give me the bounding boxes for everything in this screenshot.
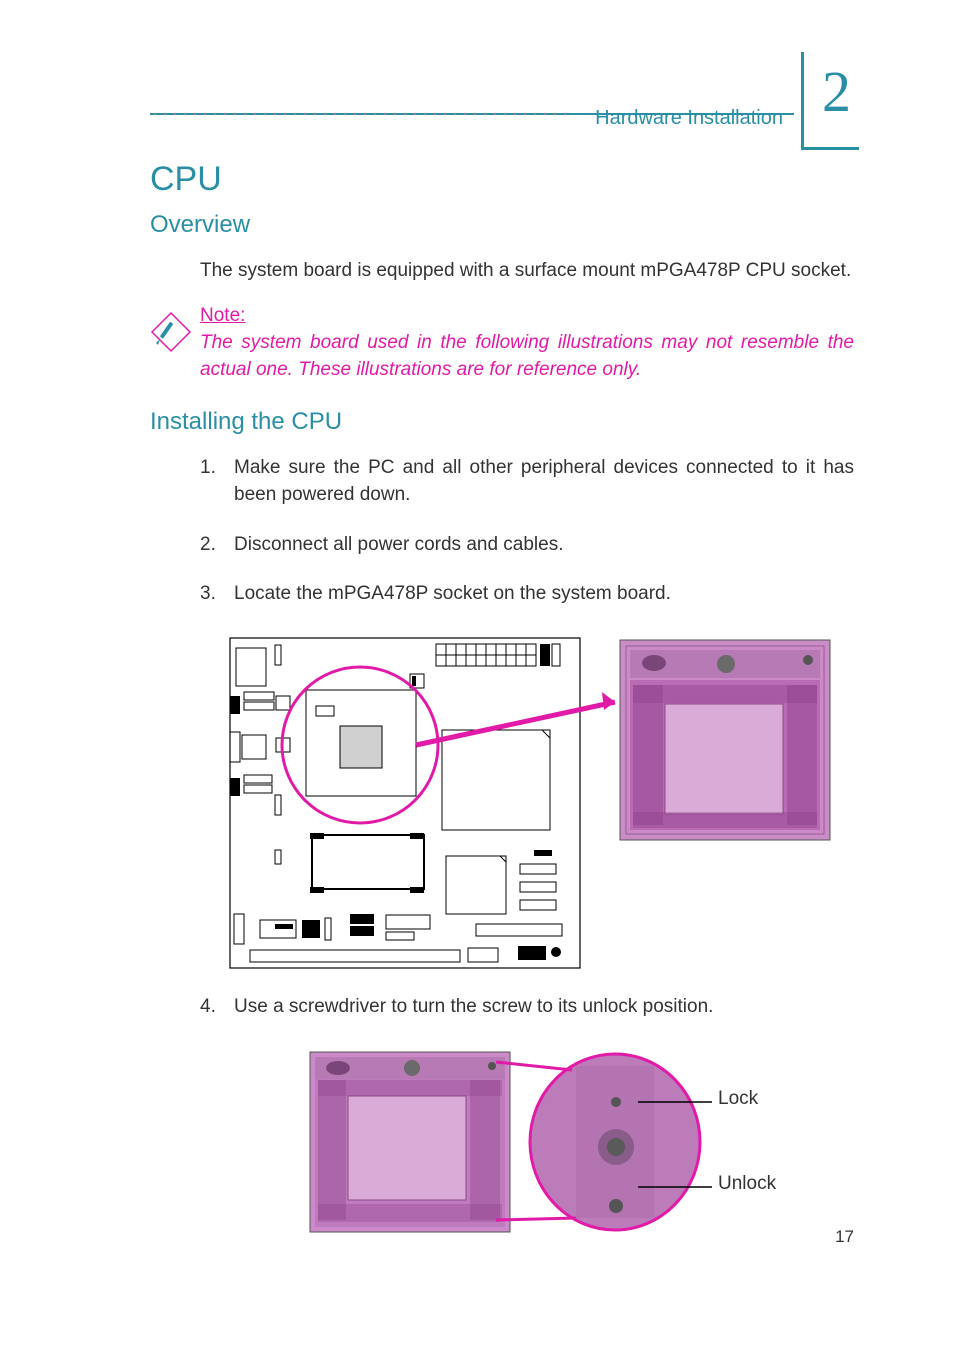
note-label: Note:	[200, 305, 854, 327]
install-steps-list-2: 4. Use a screwdriver to turn the screw t…	[200, 993, 854, 1021]
list-item: 4. Use a screwdriver to turn the screw t…	[200, 993, 854, 1021]
page-number: 17	[835, 1227, 854, 1247]
step-number: 4.	[200, 993, 220, 1021]
step-text: Make sure the PC and all other periphera…	[234, 454, 854, 509]
install-steps-list: 1. Make sure the PC and all other periph…	[200, 454, 854, 608]
step-number: 2.	[200, 531, 220, 559]
unlock-label: Unlock	[718, 1173, 776, 1195]
overview-text: The system board is equipped with a surf…	[200, 257, 854, 285]
note-block: Note: The system board used in the follo…	[200, 305, 854, 384]
header-dots	[150, 110, 574, 118]
step-number: 1.	[200, 454, 220, 509]
list-item: 1. Make sure the PC and all other periph…	[200, 454, 854, 509]
chapter-number: 2	[822, 58, 851, 125]
step-text: Use a screwdriver to turn the screw to i…	[234, 993, 713, 1021]
lock-label: Lock	[718, 1088, 758, 1110]
subsection-install-title: Installing the CPU	[150, 408, 854, 436]
list-item: 2. Disconnect all power cords and cables…	[200, 531, 854, 559]
chapter-title: Hardware Installation	[589, 107, 789, 130]
board-socket-diagram	[220, 630, 854, 985]
note-body: The system board used in the following i…	[200, 329, 854, 384]
step-number: 3.	[200, 580, 220, 608]
chapter-header: Hardware Installation 2	[130, 50, 854, 130]
note-pencil-icon	[150, 311, 192, 358]
step-text: Locate the mPGA478P socket on the system…	[234, 580, 671, 608]
section-title: CPU	[150, 160, 854, 199]
list-item: 3. Locate the mPGA478P socket on the sys…	[200, 580, 854, 608]
subsection-overview-title: Overview	[150, 211, 854, 239]
lock-unlock-diagram: Lock Unlock	[300, 1042, 854, 1247]
step-text: Disconnect all power cords and cables.	[234, 531, 564, 559]
